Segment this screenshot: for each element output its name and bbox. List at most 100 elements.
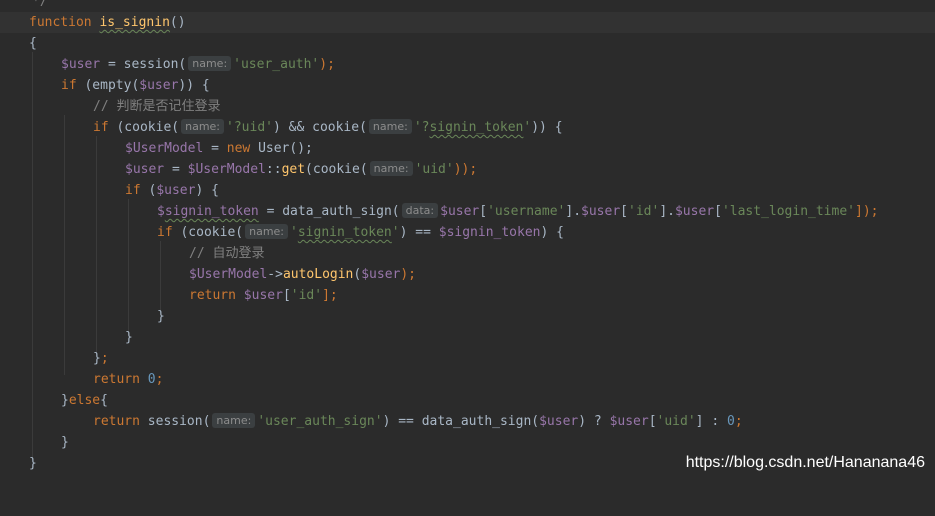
number: 0 — [726, 414, 735, 429]
code-line: }; — [0, 348, 935, 369]
operator: = — [164, 162, 188, 177]
variable: $user — [539, 414, 579, 429]
string: signin_token — [429, 120, 524, 135]
call: ) && cookie( — [272, 120, 367, 135]
punct: ) { — [540, 225, 564, 240]
code-line: $signin_token = data_auth_sign(data: $use… — [0, 201, 935, 222]
variable: signin_token — [164, 204, 259, 219]
string: ' — [391, 225, 400, 240]
code-line: // 判断是否记住登录 — [0, 96, 935, 117]
parens: () — [169, 15, 186, 30]
class-call: User(); — [250, 141, 313, 156]
code-line: if (cookie(name:'signin_token') == $sign… — [0, 222, 935, 243]
code-line: } — [0, 432, 935, 453]
operator: = — [203, 141, 227, 156]
variable: $user — [156, 183, 196, 198]
keyword: if — [61, 78, 77, 93]
variable: $user — [609, 414, 649, 429]
punct: ) { — [195, 183, 219, 198]
function-name: is_signin — [99, 15, 170, 30]
keyword: return — [93, 414, 140, 429]
string: 'user_auth' — [233, 57, 320, 72]
keyword: new — [226, 141, 251, 156]
string: 'id' — [628, 204, 660, 219]
keyword: return — [189, 288, 236, 303]
method: autoLogin — [282, 267, 354, 282]
string: '?uid' — [226, 120, 273, 135]
punct: ); — [319, 57, 335, 72]
string: 'id' — [290, 288, 323, 303]
variable: $user — [139, 78, 179, 93]
param-hint: name: — [212, 413, 256, 428]
code-line: $UserModel->autoLogin($user); — [0, 264, 935, 285]
param-hint: name: — [181, 119, 225, 134]
brace: } — [61, 393, 69, 408]
variable: $ — [438, 225, 447, 240]
code-line: { — [0, 33, 935, 54]
string: ' — [290, 225, 298, 240]
string: signin_token — [297, 225, 392, 240]
watermark: https://blog.csdn.net/Hananana46 — [685, 454, 925, 471]
keyword: return — [93, 372, 140, 387]
function-call: data_auth_sign( — [282, 204, 400, 219]
variable: $UserModel — [187, 162, 266, 177]
comment: // 自动登录 — [189, 246, 265, 261]
operator: ) == — [382, 414, 422, 429]
function-call: session( — [147, 414, 211, 429]
code-line: return session(name:'user_auth_sign') ==… — [0, 411, 935, 432]
comment: // 判断是否记住登录 — [93, 99, 221, 114]
code-line: $user = session(name:'user_auth'); — [0, 54, 935, 75]
function-call: session( — [123, 57, 187, 72]
call: (cookie( — [305, 162, 368, 177]
brace: } — [61, 435, 69, 450]
code-line: if (cookie(name: '?uid') && cookie(name: '… — [0, 117, 935, 138]
punct: ; — [155, 372, 164, 387]
code-line: if (empty($user)) { — [0, 75, 935, 96]
punct: )) { — [531, 120, 563, 135]
param-hint: name: — [369, 161, 413, 176]
punct: ]. — [565, 204, 582, 219]
brace: } — [93, 351, 101, 366]
param-hint: data: — [401, 203, 439, 218]
string: 'last_login_time' — [721, 204, 855, 219]
operator: :: — [265, 162, 282, 177]
brace: } — [125, 330, 133, 345]
punct: ; — [100, 351, 109, 366]
code-line: $user = $UserModel::get(cookie(name:'uid… — [0, 159, 935, 180]
punct: ]. — [659, 204, 675, 219]
code-line: if ($user) { — [0, 180, 935, 201]
function-call: data_auth_sign( — [421, 414, 540, 429]
variable: $user — [125, 162, 165, 177]
punct: ; — [734, 414, 743, 429]
variable: $user — [440, 204, 480, 219]
keyword: if — [157, 225, 173, 240]
call: (empty( — [76, 78, 140, 93]
operator: -> — [267, 267, 283, 282]
call: (cookie( — [172, 225, 244, 240]
code-line: // 自动登录 — [0, 243, 935, 264]
punct: ); — [400, 267, 417, 282]
code-line: }else{ — [0, 390, 935, 411]
code-editor[interactable]: */ function is_signin() { $user = sessio… — [0, 0, 935, 482]
punct: ( — [140, 183, 157, 198]
variable: $ — [157, 204, 165, 219]
variable: $user — [243, 288, 283, 303]
punct: ]); — [855, 204, 879, 219]
punct: [ — [714, 204, 722, 219]
variable: signin_token — [446, 225, 541, 240]
variable: $user — [361, 267, 401, 282]
brace: { — [100, 393, 108, 408]
variable: $user — [581, 204, 621, 219]
operator: ] : — [695, 414, 727, 429]
string: 'user_auth_sign' — [257, 414, 383, 429]
method: get — [281, 162, 306, 177]
number: 0 — [147, 372, 156, 387]
string: 'username' — [487, 204, 566, 219]
punct: ]; — [322, 288, 338, 303]
punct: )); — [453, 162, 478, 177]
punct: [ — [479, 204, 488, 219]
operator: = — [100, 57, 124, 72]
operator: ) ? — [578, 414, 610, 429]
